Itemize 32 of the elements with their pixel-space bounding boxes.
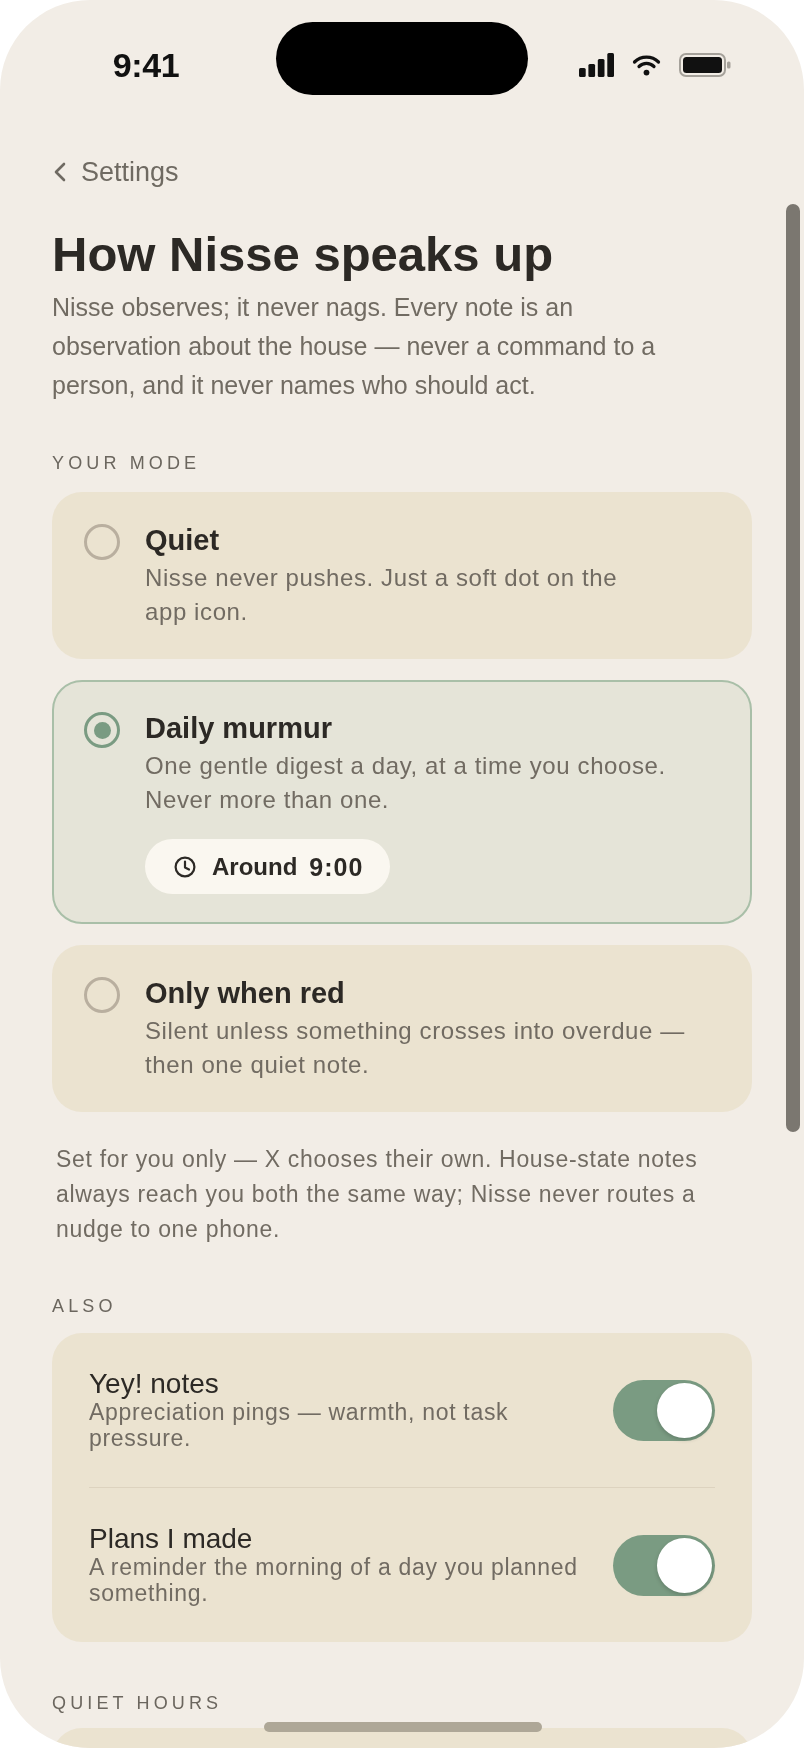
battery-icon bbox=[679, 53, 731, 77]
wifi-icon bbox=[632, 54, 661, 76]
option-description: One gentle digest a day, at a time you choose. Never more than one. bbox=[145, 751, 667, 815]
time-picker-button[interactable]: Around 9:00 bbox=[145, 839, 391, 894]
option-title: Only when red bbox=[145, 977, 346, 1009]
radio-button[interactable] bbox=[84, 524, 120, 560]
option-title: Quiet bbox=[145, 524, 221, 556]
mode-option-card[interactable]: Quiet Nisse never pushes. Just a soft dot on the app icon. bbox=[52, 492, 752, 659]
status-time: 9:41 bbox=[112, 45, 180, 85]
radio-button[interactable] bbox=[84, 977, 120, 1013]
setting-description: A reminder the morning of a day you planned something. bbox=[89, 1554, 579, 1606]
radio-button[interactable] bbox=[84, 712, 120, 748]
back-button[interactable]: Settings bbox=[52, 157, 179, 187]
section-heading: YOUR MODE bbox=[52, 452, 202, 475]
setting-title: Plans I made bbox=[89, 1524, 254, 1554]
toggle-switch[interactable] bbox=[613, 1379, 715, 1441]
clock-icon bbox=[174, 855, 196, 878]
page-description: Nisse observes; it never nags. Every note is an observation about the house — never a command to a person, and it never names who should act. bbox=[52, 292, 657, 401]
section-heading: ALSO bbox=[52, 1295, 118, 1318]
setting-description: Appreciation pings — warmth, not task pressure. bbox=[89, 1399, 510, 1451]
page-title: How Nisse speaks up bbox=[52, 226, 555, 282]
option-title: Daily murmur bbox=[145, 712, 333, 744]
signal-icon bbox=[579, 53, 614, 77]
section-heading: QUIET HOURS bbox=[52, 1692, 224, 1715]
mode-footnote: Set for you only — X chooses their own. House-state notes always reach you both the same way; Nisse never routes a nudge to one phone. bbox=[55, 1145, 699, 1244]
toggle-switch[interactable] bbox=[613, 1534, 715, 1596]
back-chevron-icon bbox=[54, 162, 66, 182]
option-description: Silent unless something crosses into overdue — then one quiet note. bbox=[145, 1016, 686, 1080]
mode-option-card[interactable]: Only when red Silent unless something crosses into overdue — then one quiet note. bbox=[52, 945, 752, 1112]
option-description: Nisse never pushes. Just a soft dot on the app icon. bbox=[145, 563, 619, 627]
mode-option-card[interactable]: Daily murmur One gentle digest a day, at a time you choose. Never more than one. Around 9:00 bbox=[52, 680, 752, 924]
setting-title: Yey! notes bbox=[89, 1369, 220, 1399]
